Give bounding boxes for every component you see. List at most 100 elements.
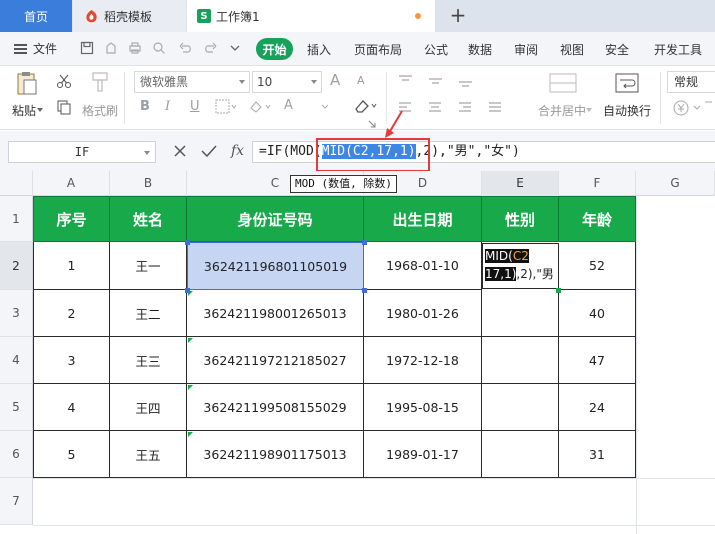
selection-handle[interactable] — [362, 240, 367, 245]
tab-daoke-templates[interactable]: 稻壳模板 — [73, 0, 186, 32]
eraser-icon[interactable] — [353, 97, 379, 115]
tab-security[interactable]: 安全 — [605, 41, 629, 58]
underline-button[interactable]: U — [190, 99, 200, 114]
paste-label[interactable]: 粘贴 — [12, 102, 36, 119]
table-cell[interactable]: 王一 — [110, 242, 187, 290]
italic-button[interactable]: I — [165, 99, 170, 114]
table-cell[interactable]: 王二 — [110, 290, 187, 337]
header-cell-gender[interactable]: 性别 — [482, 196, 559, 242]
cut-icon[interactable] — [56, 73, 72, 89]
file-menu[interactable]: 文件 — [14, 40, 57, 57]
table-cell[interactable]: 1980-01-26 — [364, 290, 482, 337]
font-dialog-launcher-icon[interactable] — [368, 120, 376, 128]
selection-handle[interactable] — [185, 288, 190, 293]
font-size-select[interactable]: 10 — [252, 71, 322, 93]
chevron-down-icon[interactable] — [585, 106, 593, 114]
font-color-button[interactable]: A — [284, 98, 293, 113]
name-box[interactable]: IF — [8, 141, 156, 163]
header-cell-birth-date[interactable]: 出生日期 — [364, 196, 482, 242]
header-cell-id-number[interactable]: 身份证号码 — [187, 196, 364, 242]
tab-view[interactable]: 视图 — [560, 41, 584, 58]
font-shrink-button[interactable]: A — [357, 74, 365, 87]
merge-center-label[interactable]: 合并居中 — [538, 102, 586, 119]
table-cell[interactable]: 47 — [559, 337, 636, 384]
table-cell[interactable]: 362421198001265013 — [187, 290, 364, 337]
fill-handle[interactable] — [556, 288, 561, 293]
header-cell-age[interactable]: 年龄 — [559, 196, 636, 242]
confirm-icon[interactable] — [201, 144, 217, 158]
editing-cell-e2[interactable]: MID(C2 17,1),2),"男 — [482, 243, 559, 289]
tab-workbook[interactable]: S 工作簿1 — [187, 0, 435, 32]
table-cell[interactable]: 362421199508155029 — [187, 384, 364, 431]
table-cell-selected[interactable]: 362421196801105019 — [187, 242, 364, 290]
header-cell-name[interactable]: 姓名 — [110, 196, 187, 242]
table-cell[interactable]: 40 — [559, 290, 636, 337]
save-icon[interactable] — [80, 41, 94, 55]
header-cell-index[interactable]: 序号 — [33, 196, 110, 242]
font-grow-button[interactable]: A — [330, 71, 340, 89]
tab-developer[interactable]: 开发工具 — [654, 41, 702, 58]
table-cell[interactable]: 3 — [33, 337, 110, 384]
format-painter-icon[interactable] — [90, 71, 110, 93]
print-icon[interactable] — [128, 41, 142, 55]
table-cell[interactable]: 362421198901175013 — [187, 431, 364, 478]
horizontal-align-icons[interactable] — [398, 100, 513, 116]
selection-handle[interactable] — [185, 240, 190, 245]
table-cell[interactable]: 王五 — [110, 431, 187, 478]
insert-function-button[interactable]: fx — [231, 143, 244, 159]
number-format-select[interactable]: 常规 — [667, 71, 715, 93]
row-header-1[interactable]: 1 — [0, 196, 33, 242]
tab-data[interactable]: 数据 — [468, 41, 492, 58]
format-painter-label[interactable]: 格式刷 — [82, 102, 118, 119]
merge-center-icon[interactable] — [548, 72, 578, 94]
table-cell[interactable]: 1968-01-10 — [364, 242, 482, 290]
row-header-3[interactable]: 3 — [0, 290, 33, 337]
tab-review[interactable]: 审阅 — [514, 41, 538, 58]
column-header-b[interactable]: B — [110, 171, 187, 196]
table-cell[interactable]: 362421197212185027 — [187, 337, 364, 384]
table-cell[interactable] — [482, 431, 559, 478]
column-header-f[interactable]: F — [559, 171, 636, 196]
print-preview-icon[interactable] — [152, 41, 166, 55]
table-cell[interactable] — [482, 384, 559, 431]
table-cell[interactable]: 1995-08-15 — [364, 384, 482, 431]
export-icon[interactable] — [104, 41, 118, 55]
table-cell[interactable]: 24 — [559, 384, 636, 431]
column-header-g[interactable]: G — [636, 171, 715, 196]
table-cell[interactable]: 1972-12-18 — [364, 337, 482, 384]
paste-icon[interactable] — [14, 70, 40, 96]
currency-format-icon[interactable] — [672, 99, 712, 117]
font-name-select[interactable]: 微软雅黑 — [134, 71, 250, 93]
select-all-corner[interactable] — [0, 171, 33, 196]
tab-page-layout[interactable]: 页面布局 — [354, 41, 402, 58]
row-header-7[interactable]: 7 — [0, 478, 33, 525]
tab-home[interactable]: 首页 — [0, 0, 72, 32]
row-header-6[interactable]: 6 — [0, 431, 33, 478]
new-tab-button[interactable]: + — [447, 4, 469, 26]
tab-formulas[interactable]: 公式 — [424, 41, 448, 58]
column-header-e[interactable]: E — [482, 171, 559, 196]
redo-icon[interactable] — [204, 41, 218, 55]
column-header-a[interactable]: A — [33, 171, 110, 196]
cancel-icon[interactable] — [173, 144, 187, 158]
bold-button[interactable]: B — [140, 99, 150, 114]
table-cell[interactable]: 4 — [33, 384, 110, 431]
paste-dropdown-icon[interactable] — [36, 106, 44, 114]
table-cell[interactable]: 1 — [33, 242, 110, 290]
row-header-4[interactable]: 4 — [0, 337, 33, 384]
chevron-down-icon[interactable] — [228, 41, 242, 55]
font-color-dropdown-icon[interactable] — [318, 99, 334, 115]
copy-icon[interactable] — [56, 99, 72, 115]
table-cell[interactable] — [482, 337, 559, 384]
tab-start[interactable]: 开始 — [256, 38, 293, 60]
table-cell[interactable]: 5 — [33, 431, 110, 478]
table-cell[interactable] — [482, 290, 559, 337]
table-cell[interactable]: 52 — [559, 242, 636, 290]
tab-insert[interactable]: 插入 — [307, 41, 331, 58]
table-cell[interactable]: 31 — [559, 431, 636, 478]
row-header-5[interactable]: 5 — [0, 384, 33, 431]
table-cell[interactable]: 2 — [33, 290, 110, 337]
selection-handle[interactable] — [362, 288, 367, 293]
fill-color-icon[interactable] — [248, 99, 274, 115]
table-cell[interactable]: 王四 — [110, 384, 187, 431]
